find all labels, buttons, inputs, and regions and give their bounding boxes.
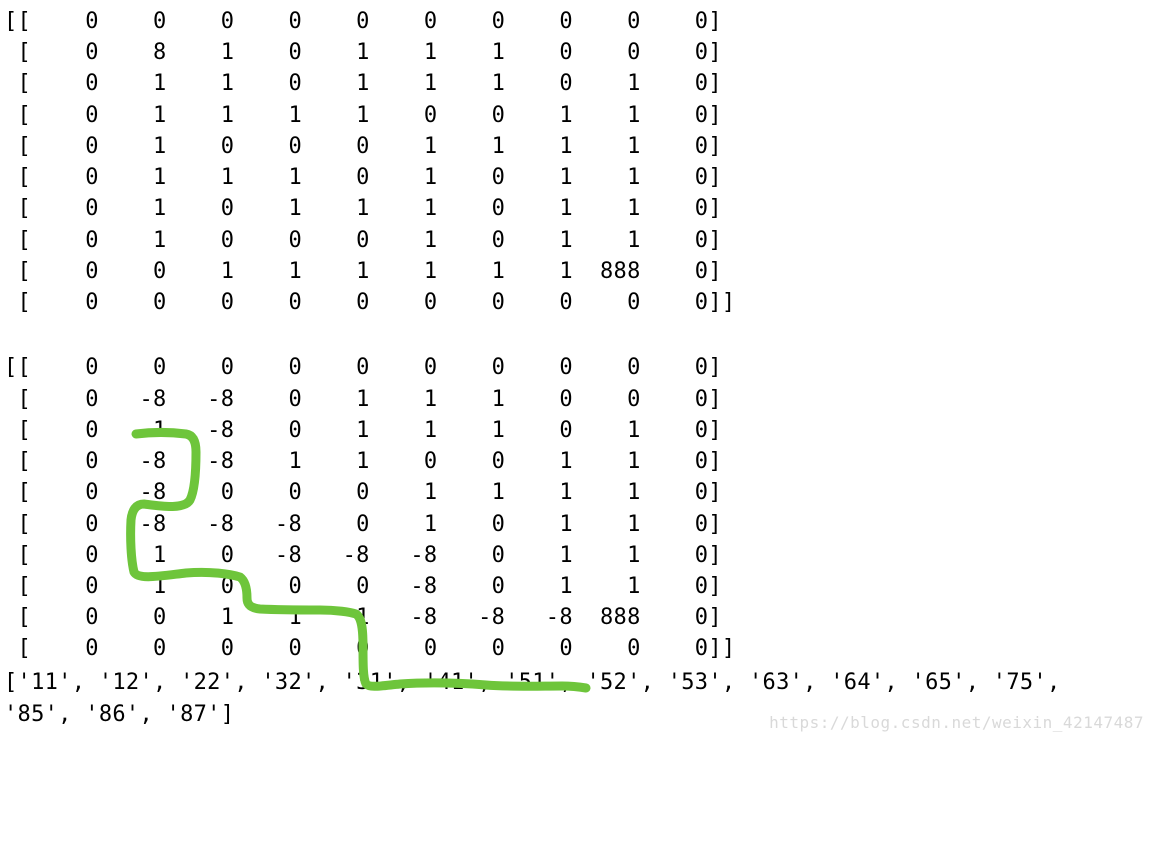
matrix-solved: [[ 0 0 0 0 0 0 0 0 0 0] [ 0 -8 -8 0 1 1 … (4, 352, 1148, 664)
spacer-between-matrices (4, 318, 1148, 352)
watermark-url: https://blog.csdn.net/weixin_42147487 (769, 713, 1144, 732)
page-root: [[ 0 0 0 0 0 0 0 0 0 0] [ 0 8 1 0 1 1 1 … (0, 0, 1152, 736)
matrix-original: [[ 0 0 0 0 0 0 0 0 0 0] [ 0 8 1 0 1 1 1 … (4, 6, 1148, 318)
